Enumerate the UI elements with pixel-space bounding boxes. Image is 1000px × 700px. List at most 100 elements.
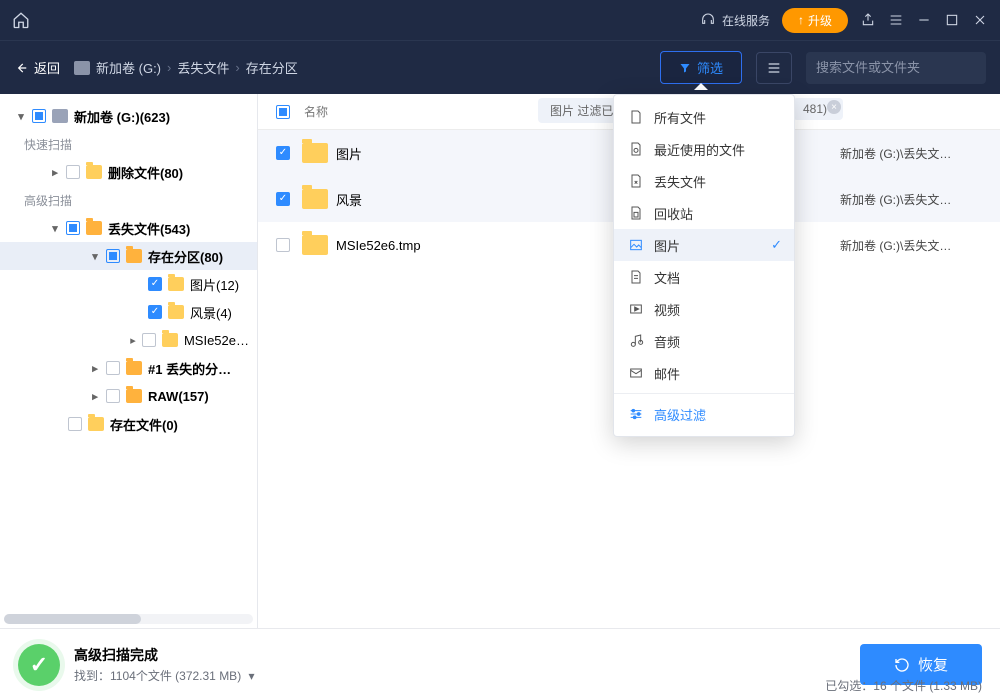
online-service-link[interactable]: 在线服务	[700, 12, 770, 29]
back-button[interactable]: 返回	[14, 58, 60, 77]
checkbox[interactable]	[276, 146, 290, 160]
crumb-drive[interactable]: 新加卷 (G:)	[96, 58, 161, 77]
dd-item-audio[interactable]: 音频	[614, 325, 794, 357]
checkbox[interactable]	[276, 192, 290, 206]
checkbox[interactable]	[148, 277, 162, 291]
crumb-exist[interactable]: 存在分区	[246, 58, 298, 77]
checkbox[interactable]	[106, 249, 120, 263]
tree-label: 图片(12)	[190, 275, 239, 294]
tree-label: 删除文件(80)	[108, 163, 183, 182]
file-name: 图片	[336, 144, 362, 163]
select-all-checkbox[interactable]	[276, 105, 290, 119]
selection-info: 已勾选：16 个文件 (1.33 MB)	[825, 677, 982, 694]
checkbox[interactable]	[68, 417, 82, 431]
filter-dropdown: 所有文件 最近使用的文件 丢失文件 回收站 图片✓ 文档 视频 音频 邮件 高级…	[613, 94, 795, 437]
lost-file-icon	[628, 173, 644, 189]
checkbox[interactable]	[106, 389, 120, 403]
dd-item-doc[interactable]: 文档	[614, 261, 794, 293]
upgrade-button[interactable]: ↑ 升级	[782, 8, 848, 33]
tree-node-scenery[interactable]: 风景(4)	[0, 298, 257, 326]
separator	[614, 393, 794, 394]
filter-count-tag: 481) ×	[793, 98, 843, 120]
audio-icon	[628, 333, 644, 349]
home-icon[interactable]	[12, 11, 30, 29]
chevron-right-icon: ›	[167, 60, 171, 75]
menu-icon[interactable]	[888, 12, 904, 28]
dd-item-mail[interactable]: 邮件	[614, 357, 794, 389]
file-name: 风景	[336, 190, 362, 209]
dd-item-all[interactable]: 所有文件	[614, 101, 794, 133]
collapse-icon[interactable]: ▾	[14, 110, 28, 123]
share-icon[interactable]	[860, 12, 876, 28]
h-scrollbar[interactable]	[4, 614, 253, 624]
recycle-icon	[628, 205, 644, 221]
chevron-right-icon: ›	[235, 60, 239, 75]
tree-node-existfile[interactable]: 存在文件(0)	[0, 410, 257, 438]
search-box[interactable]	[806, 52, 986, 84]
expand-icon[interactable]: ▸	[88, 390, 102, 403]
checkbox[interactable]	[106, 361, 120, 375]
tree-section-quickscan: 快速扫描	[0, 130, 257, 158]
col-name-label[interactable]: 名称	[304, 103, 328, 120]
folder-icon	[126, 249, 142, 263]
tree-node-pic[interactable]: 图片(12)	[0, 270, 257, 298]
folder-icon	[86, 221, 102, 235]
dd-item-advanced[interactable]: 高级过滤	[614, 398, 794, 430]
folder-icon	[302, 189, 328, 209]
tree-node-exist-partition[interactable]: ▾ 存在分区(80)	[0, 242, 257, 270]
checkbox[interactable]	[148, 305, 162, 319]
tree-label: 存在分区(80)	[148, 247, 223, 266]
list-icon	[766, 60, 782, 76]
folder-icon	[162, 333, 178, 347]
dd-item-image[interactable]: 图片✓	[614, 229, 794, 261]
dd-item-lost[interactable]: 丢失文件	[614, 165, 794, 197]
expand-icon[interactable]: ▸	[88, 362, 102, 375]
file-path: 新加卷 (G:)\丢失文…	[840, 193, 951, 207]
expand-icon[interactable]: ▸	[128, 334, 138, 347]
scan-status-title: 高级扫描完成	[74, 645, 255, 665]
chevron-down-icon[interactable]: ▾	[249, 669, 255, 683]
tree-node-deleted[interactable]: ▸ 删除文件(80)	[0, 158, 257, 186]
folder-icon	[168, 305, 184, 319]
tree-node-msie[interactable]: ▸ MSIe52e…	[0, 326, 257, 354]
minimize-icon[interactable]	[916, 12, 932, 28]
restore-label: 恢复	[918, 654, 948, 675]
tree-node-lostpart[interactable]: ▸ #1 丢失的分…	[0, 354, 257, 382]
clock-file-icon	[628, 141, 644, 157]
file-name: MSIe52e6.tmp	[336, 238, 421, 253]
sliders-icon	[628, 406, 644, 422]
checkbox[interactable]	[142, 333, 156, 347]
dd-item-video[interactable]: 视频	[614, 293, 794, 325]
close-icon[interactable]	[972, 12, 988, 28]
check-icon: ✓	[771, 237, 782, 253]
expand-icon[interactable]: ▸	[48, 166, 62, 179]
title-bar: 在线服务 ↑ 升级	[0, 0, 1000, 40]
collapse-icon[interactable]: ▾	[88, 250, 102, 263]
tree-label: 存在文件(0)	[110, 415, 178, 434]
folder-icon	[302, 235, 328, 255]
maximize-icon[interactable]	[944, 12, 960, 28]
dd-item-recycle[interactable]: 回收站	[614, 197, 794, 229]
checkbox[interactable]	[32, 109, 46, 123]
checkbox[interactable]	[66, 165, 80, 179]
crumb-lost[interactable]: 丢失文件	[177, 58, 229, 77]
filter-label: 筛选	[697, 58, 723, 77]
dd-item-recent[interactable]: 最近使用的文件	[614, 133, 794, 165]
tree-node-raw[interactable]: ▸ RAW(157)	[0, 382, 257, 410]
sidebar-tree: ▾ 新加卷 (G:)(623) 快速扫描 ▸ 删除文件(80) 高级扫描 ▾ 丢…	[0, 94, 258, 628]
success-icon	[18, 644, 60, 686]
tree-node-lost[interactable]: ▾ 丢失文件(543)	[0, 214, 257, 242]
file-icon	[628, 109, 644, 125]
clear-filter-icon[interactable]: ×	[827, 100, 841, 114]
tree-node-root[interactable]: ▾ 新加卷 (G:)(623)	[0, 102, 257, 130]
checkbox[interactable]	[66, 221, 80, 235]
viewmode-button[interactable]	[756, 52, 792, 84]
drive-icon	[52, 109, 68, 123]
folder-icon	[88, 417, 104, 431]
search-input[interactable]	[816, 60, 992, 75]
checkbox[interactable]	[276, 238, 290, 252]
funnel-icon	[679, 62, 691, 74]
video-icon	[628, 301, 644, 317]
collapse-icon[interactable]: ▾	[48, 222, 62, 235]
filter-button[interactable]: 筛选	[660, 51, 742, 84]
